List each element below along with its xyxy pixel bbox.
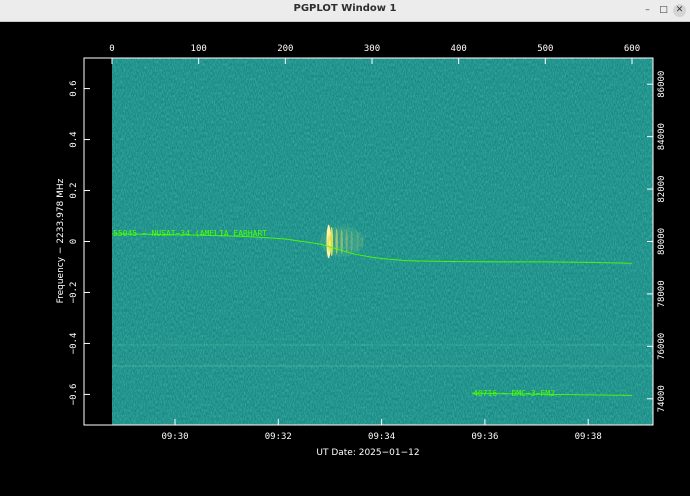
signal-streak: [345, 229, 348, 254]
pgplot-window: PGPLOT Window 1 – □ ✕ 55045 − NUSAT−34 (…: [0, 0, 690, 496]
close-icon: ✕: [675, 5, 684, 15]
left-tick-label: 0.2: [69, 182, 79, 198]
signal-streak: [361, 233, 364, 250]
signal-streak: [335, 228, 338, 255]
left-tick-label: −0.4: [69, 333, 79, 355]
right-tick-label: 74000: [657, 385, 667, 412]
close-button[interactable]: ✕: [673, 4, 686, 17]
top-tick-label: 200: [277, 44, 293, 54]
title-bar[interactable]: PGPLOT Window 1 – □ ✕: [0, 0, 690, 22]
left-tick-label: −0.2: [69, 282, 79, 304]
right-tick-label: 82000: [657, 176, 667, 203]
left-tick-label: 0: [69, 239, 79, 244]
trace-label-nusat: 55045 − NUSAT−34 (AMELIA EARHART: [113, 229, 267, 238]
minimize-icon: –: [645, 5, 650, 15]
bottom-tick-label: 09:38: [575, 432, 602, 442]
left-tick-label: −0.6: [69, 384, 79, 406]
bottom-tick-label: 09:30: [161, 432, 188, 442]
minimize-button[interactable]: –: [641, 4, 654, 17]
bottom-tick-label: 09:34: [368, 432, 395, 442]
bottom-tick-label: 09:36: [471, 432, 498, 442]
left-tick-label: 0.6: [69, 80, 79, 96]
right-tick-label: 76000: [657, 333, 667, 360]
waterfall-plot: 55045 − NUSAT−34 (AMELIA EARHART 40716 −…: [56, 44, 667, 458]
x-axis-label: UT Date: 2025−01−12: [316, 448, 419, 458]
maximize-icon: □: [659, 5, 668, 15]
signal-core: [326, 233, 333, 254]
top-tick-label: 600: [624, 44, 640, 54]
trace-label-dmc: 40716 − DMC−3−FM2: [473, 389, 555, 398]
top-tick-label: 0: [109, 44, 114, 54]
y-axis-label: Frequency − 2233.978 MHz: [56, 178, 66, 303]
bottom-tick-label: 09:32: [265, 432, 292, 442]
top-tick-label: 400: [451, 44, 467, 54]
right-tick-label: 80000: [657, 228, 667, 255]
signal-streak: [350, 230, 353, 253]
right-tick-label: 84000: [657, 123, 667, 150]
waterfall-noise: [84, 58, 653, 425]
right-tick-label: 78000: [657, 280, 667, 307]
signal-streak: [356, 232, 359, 251]
right-tick-label: 86000: [657, 71, 667, 98]
window-title: PGPLOT Window 1: [293, 3, 397, 14]
left-tick-label: 0.4: [69, 131, 79, 147]
top-tick-label: 100: [191, 44, 207, 54]
top-tick-label: 300: [364, 44, 380, 54]
maximize-button[interactable]: □: [657, 4, 670, 17]
top-tick-label: 500: [537, 44, 553, 54]
